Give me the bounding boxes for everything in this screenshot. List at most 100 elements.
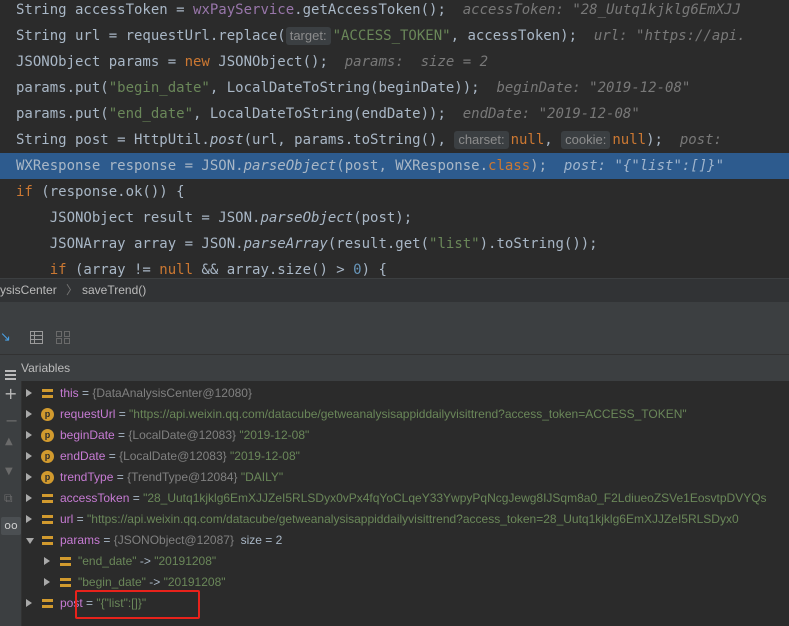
code-line-6[interactable]: String post = HttpUtil.post(url, params.…	[0, 127, 789, 153]
variable-row[interactable]: params = {JSONObject@12087} size = 2	[22, 530, 789, 551]
code-text: params.put(	[16, 106, 109, 122]
code-string: "begin_date"	[108, 80, 210, 96]
code-line-5[interactable]: params.put("end_date", LocalDateToString…	[0, 101, 789, 127]
variable-separator: ->	[145, 575, 164, 589]
code-line-current[interactable]: WXResponse response = JSON.parseObject(p…	[0, 153, 789, 179]
expand-right-icon[interactable]	[26, 515, 32, 523]
variable-row[interactable]: "end_date" -> "20191208"	[22, 551, 789, 572]
code-text: (url, params.toString(),	[243, 132, 446, 148]
field-icon	[41, 387, 54, 400]
variable-value: "20191208"	[154, 554, 217, 568]
code-text: WXResponse response = JSON.	[16, 158, 244, 174]
show-watches-icon[interactable]: oo	[1, 517, 21, 535]
code-text: );	[530, 158, 548, 174]
inline-value-hint: beginDate: "2019-12-08"	[496, 80, 691, 96]
variable-type: {LocalDate@12083}	[128, 428, 237, 442]
variable-name: requestUrl	[60, 407, 116, 421]
code-keyword: new	[184, 54, 210, 70]
code-text: && array.size() >	[193, 262, 354, 278]
variable-row[interactable]: this = {DataAnalysisCenter@12080}	[22, 383, 789, 404]
code-editor[interactable]: String accessToken = wxPayService.getAcc…	[0, 0, 789, 278]
variable-value: "28_Uutq1kjklg6EmXJJZeI5RLSDyx0vPx4fqYoC…	[143, 491, 767, 505]
variable-value: "DAILY"	[237, 470, 284, 484]
code-method: parseObject	[243, 158, 337, 174]
parameter-hint: charset:	[454, 131, 509, 149]
copy-icon[interactable]: ⧉	[4, 491, 13, 506]
code-text: , LocalDateToString(beginDate));	[209, 80, 480, 96]
field-icon	[41, 513, 54, 526]
variable-row[interactable]: accessToken = "28_Uutq1kjklg6EmXJJZeI5RL…	[22, 488, 789, 509]
code-text: String accessToken =	[16, 2, 194, 18]
move-down-icon[interactable]: ▼	[5, 466, 13, 477]
field-icon	[41, 534, 54, 547]
code-keyword: null	[612, 132, 647, 148]
code-text: , LocalDateToString(endDate));	[193, 106, 446, 122]
code-line-9[interactable]: JSONObject result = JSON.parseObject(pos…	[0, 205, 789, 231]
variable-separator: =	[115, 407, 130, 421]
move-up-icon[interactable]: ▲	[5, 436, 13, 447]
expand-right-icon[interactable]	[26, 452, 32, 460]
variables-panel-title: Variables	[21, 361, 71, 375]
field-icon	[41, 597, 54, 610]
field-icon	[59, 555, 72, 568]
variable-separator: ->	[136, 554, 155, 568]
code-keyword: class	[488, 158, 531, 174]
variable-row[interactable]: url = "https://api.weixin.qq.com/datacub…	[22, 509, 789, 530]
code-text: (response.ok()) {	[32, 184, 185, 200]
code-text: ).toString());	[479, 236, 598, 252]
expand-right-icon[interactable]	[26, 494, 32, 502]
variable-type: {DataAnalysisCenter@12080}	[92, 386, 252, 400]
variable-row[interactable]: p beginDate = {LocalDate@12083} "2019-12-…	[22, 425, 789, 446]
expand-right-icon[interactable]	[26, 599, 32, 607]
code-field: wxPayService	[193, 2, 295, 18]
table-view-icon[interactable]	[30, 331, 44, 345]
code-line-1[interactable]: String accessToken = wxPayService.getAcc…	[0, 0, 789, 23]
expand-down-icon[interactable]	[26, 538, 34, 544]
highlight-annotation-box	[75, 590, 200, 619]
variable-value: "https://api.weixin.qq.com/datacube/getw…	[129, 407, 687, 421]
expand-right-icon[interactable]	[26, 473, 32, 481]
add-watch-icon[interactable]: +	[4, 384, 17, 403]
code-line-8[interactable]: if (response.ok()) {	[0, 179, 789, 205]
variable-separator: =	[129, 491, 144, 505]
code-text: );	[646, 132, 663, 148]
inline-value-hint: endDate: "2019-12-08"	[462, 106, 640, 122]
field-icon	[41, 492, 54, 505]
grid-layout-icon[interactable]	[56, 331, 70, 348]
expand-right-icon[interactable]	[44, 578, 50, 586]
remove-watch-icon[interactable]: −	[5, 411, 18, 430]
code-line-4[interactable]: params.put("begin_date", LocalDateToStri…	[0, 75, 789, 101]
code-line-2[interactable]: String url = requestUrl.replace(target: "…	[0, 23, 789, 49]
variable-value: "2019-12-08"	[226, 449, 300, 463]
inline-value-hint: post: "{"list":[]}"	[563, 158, 725, 174]
code-line-11[interactable]: if (array != null && array.size() > 0) {	[0, 257, 789, 278]
expand-right-icon[interactable]	[26, 431, 32, 439]
variable-row[interactable]: p trendType = {TrendType@12084} "DAILY"	[22, 467, 789, 488]
variable-separator: =	[105, 449, 120, 463]
code-text: params.put(	[16, 80, 109, 96]
expand-right-icon[interactable]	[26, 389, 32, 397]
variable-value: "https://api.weixin.qq.com/datacube/getw…	[87, 512, 739, 526]
expand-right-icon[interactable]	[44, 557, 50, 565]
code-string: "end_date"	[108, 106, 194, 122]
code-text: (array !=	[66, 262, 160, 278]
expand-right-icon[interactable]	[26, 410, 32, 418]
code-number: 0	[353, 262, 362, 278]
code-keyword: null	[510, 132, 545, 148]
breadcrumb-class[interactable]: ysisCenter	[0, 279, 57, 301]
code-text: .getAccessToken();	[294, 2, 446, 18]
inline-value-hint: url: "https://api.	[593, 28, 746, 44]
variable-separator: =	[73, 512, 88, 526]
variable-row[interactable]: p requestUrl = "https://api.weixin.qq.com…	[22, 404, 789, 425]
variable-name: trendType	[60, 470, 114, 484]
code-line-3[interactable]: JSONObject params = new JSONObject(); pa…	[0, 49, 789, 75]
step-icon[interactable]: ↘	[0, 330, 11, 345]
code-text: JSONObject result = JSON.	[16, 210, 261, 226]
variable-separator: =	[113, 470, 128, 484]
variable-name: params	[60, 533, 101, 547]
code-line-10[interactable]: JSONArray array = JSON.parseArray(result…	[0, 231, 789, 257]
code-text: String post = HttpUtil.	[16, 132, 210, 148]
breadcrumb-method[interactable]: saveTrend()	[82, 279, 146, 301]
variable-row[interactable]: p endDate = {LocalDate@12083} "2019-12-08…	[22, 446, 789, 467]
code-text: JSONObject();	[209, 54, 328, 70]
